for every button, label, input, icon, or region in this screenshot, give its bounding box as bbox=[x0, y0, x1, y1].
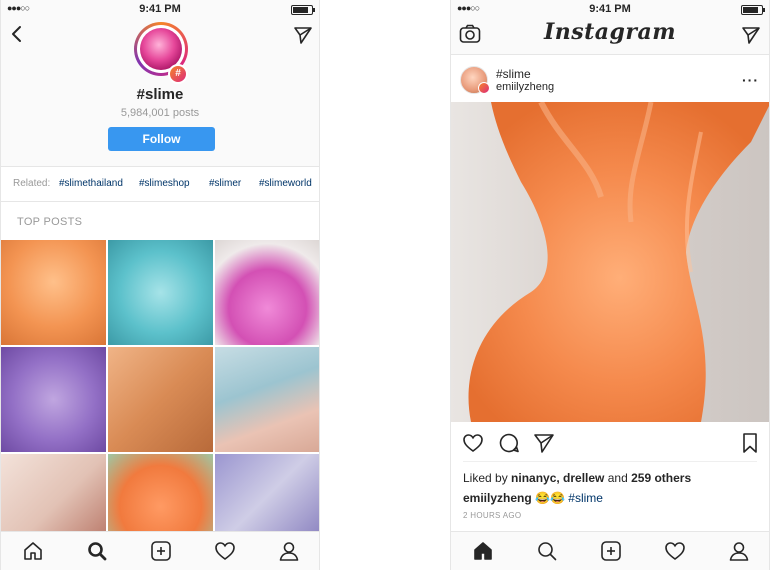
post-thumbnail[interactable] bbox=[215, 347, 319, 452]
back-arrow-icon[interactable] bbox=[9, 25, 25, 43]
feed-screen: ●●●○○ 9:41 PM Instagram #slime emiilyzhe… bbox=[450, 0, 770, 570]
heart-icon[interactable] bbox=[664, 540, 686, 562]
likes-line: Liked by ninanyc, drellew and 259 others bbox=[463, 471, 691, 485]
heart-icon[interactable] bbox=[214, 540, 236, 562]
add-icon[interactable] bbox=[600, 540, 622, 562]
direct-send-icon[interactable] bbox=[293, 25, 313, 45]
post-count: 5,984,001 posts bbox=[120, 107, 200, 119]
slime-photo-art bbox=[468, 102, 769, 422]
post-hashtag[interactable]: #slime bbox=[496, 67, 531, 81]
battery-icon bbox=[291, 5, 315, 15]
related-label: Related: bbox=[13, 178, 51, 189]
related-tag[interactable]: #slimeshop bbox=[139, 167, 190, 201]
liked-others[interactable]: 259 others bbox=[631, 471, 691, 485]
home-icon[interactable] bbox=[472, 540, 494, 562]
liked-names[interactable]: ninanyc, drellew bbox=[511, 471, 604, 485]
feed-header: ●●●○○ 9:41 PM Instagram bbox=[451, 0, 769, 55]
hashtag-title: #slime bbox=[136, 86, 184, 103]
post-caption: emiilyzheng 😂😂 #slime bbox=[463, 491, 603, 505]
add-icon[interactable] bbox=[150, 540, 172, 562]
search-icon[interactable] bbox=[536, 540, 558, 562]
post-timestamp: 2 HOURS AGO bbox=[463, 511, 522, 520]
hashtag-header: ●●●○○ 9:41 PM # #slime 5,984,001 posts F… bbox=[1, 0, 319, 167]
more-options-icon[interactable]: ··· bbox=[742, 72, 759, 88]
bookmark-icon[interactable] bbox=[741, 432, 759, 454]
follow-button[interactable]: Follow bbox=[108, 127, 215, 151]
hashtag-screen: ●●●○○ 9:41 PM # #slime 5,984,001 posts F… bbox=[0, 0, 320, 570]
related-tag[interactable]: #slimethailand bbox=[59, 167, 123, 201]
share-icon[interactable] bbox=[533, 432, 555, 454]
related-tag[interactable]: #slimeworld bbox=[259, 167, 312, 201]
status-time: 9:41 PM bbox=[139, 3, 181, 15]
direct-send-icon[interactable] bbox=[741, 25, 761, 45]
instagram-logo: Instagram bbox=[543, 19, 677, 45]
hashtag-badge-icon bbox=[478, 82, 490, 94]
post-thumbnail[interactable] bbox=[215, 240, 319, 345]
status-time: 9:41 PM bbox=[589, 3, 631, 15]
related-tags-bar: Related: #slimethailand #slimeshop #slim… bbox=[1, 167, 319, 202]
bottom-nav bbox=[1, 531, 319, 570]
profile-icon[interactable] bbox=[728, 540, 750, 562]
post-thumbnail[interactable] bbox=[1, 240, 106, 345]
caption-hashtag[interactable]: #slime bbox=[568, 491, 603, 505]
post-thumbnail[interactable] bbox=[108, 347, 213, 452]
related-tag[interactable]: #slimer bbox=[209, 167, 241, 201]
profile-icon[interactable] bbox=[278, 540, 300, 562]
battery-icon bbox=[741, 5, 765, 15]
post-username[interactable]: emiilyzheng bbox=[496, 81, 554, 93]
top-posts-label: TOP POSTS bbox=[17, 216, 83, 228]
caption-username[interactable]: emiilyzheng bbox=[463, 491, 532, 505]
post-actions bbox=[451, 424, 769, 460]
post-photo[interactable] bbox=[451, 102, 769, 422]
post-thumbnail[interactable] bbox=[108, 240, 213, 345]
liked-by-prefix: Liked by bbox=[463, 471, 512, 485]
search-icon[interactable] bbox=[86, 540, 108, 562]
like-heart-icon[interactable] bbox=[462, 432, 484, 454]
post-thumbnail[interactable] bbox=[1, 347, 106, 452]
status-bar: ●●●○○ 9:41 PM bbox=[1, 0, 319, 18]
bottom-nav bbox=[451, 531, 769, 570]
status-bar: ●●●○○ 9:41 PM bbox=[451, 0, 769, 18]
comment-icon[interactable] bbox=[498, 432, 520, 454]
home-icon[interactable] bbox=[22, 540, 44, 562]
hashtag-badge-icon: # bbox=[168, 64, 188, 84]
liked-and: and bbox=[604, 471, 632, 485]
caption-emoji: 😂😂 bbox=[535, 491, 565, 505]
divider bbox=[463, 461, 757, 462]
